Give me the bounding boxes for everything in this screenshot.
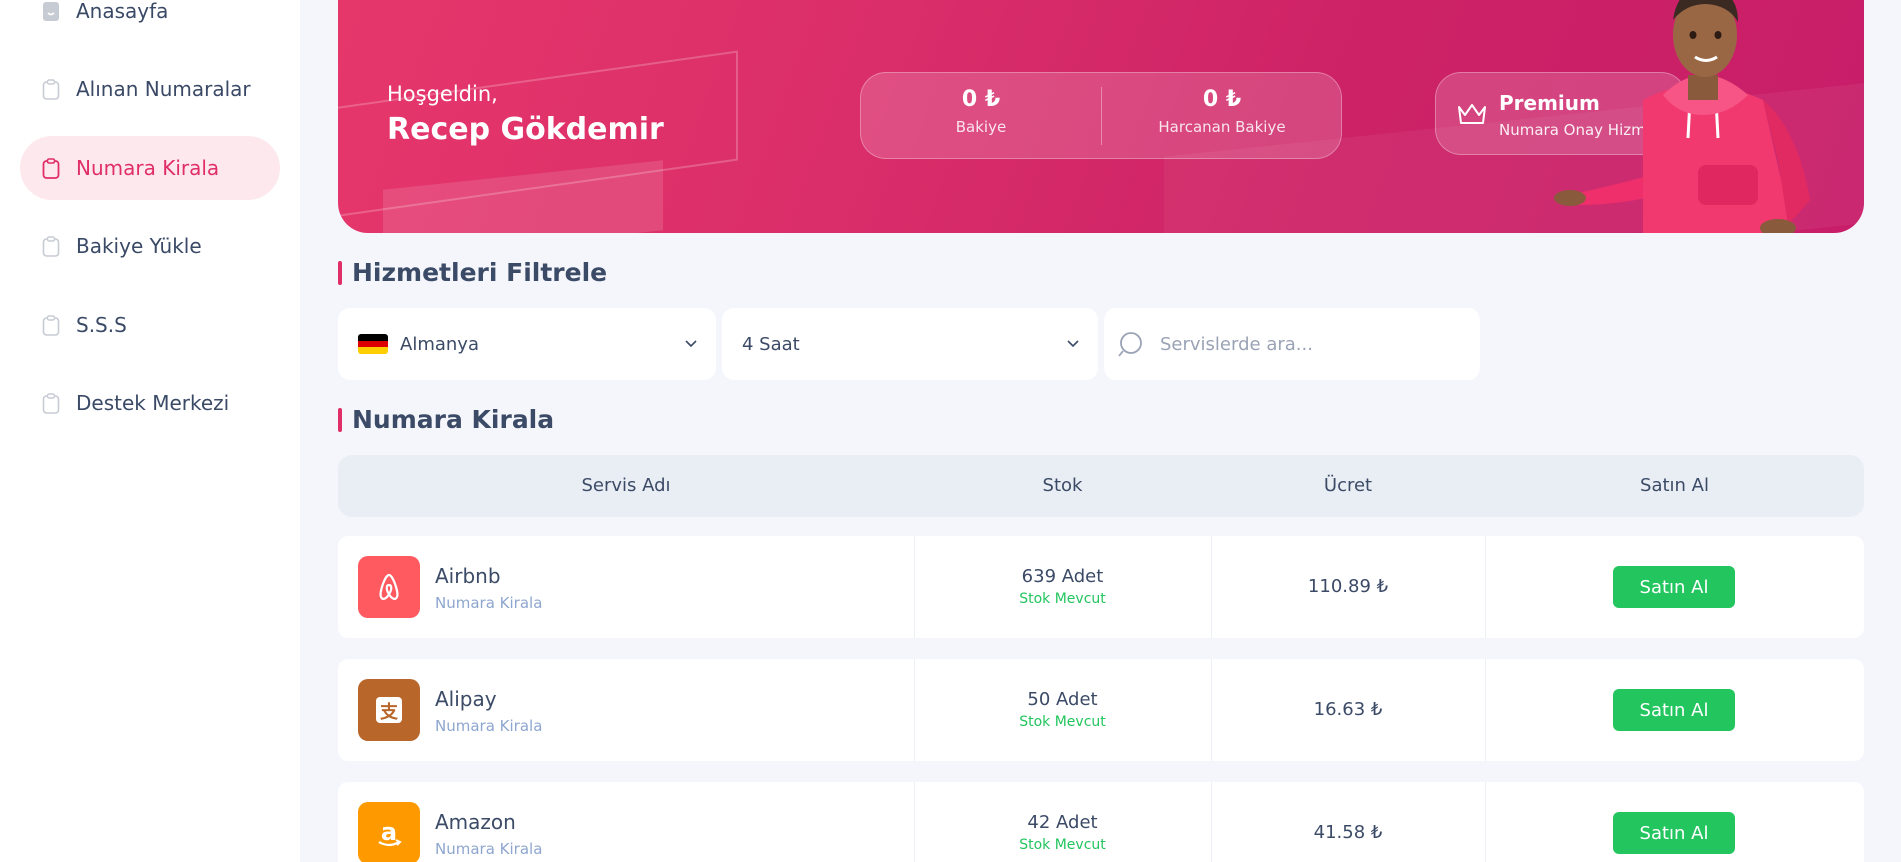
price-value: 16.63 ₺ — [1313, 699, 1383, 720]
spent-label: Harcanan Bakiye — [1158, 118, 1286, 136]
service-subtitle: Numara Kirala — [435, 594, 543, 612]
search-box[interactable] — [1104, 308, 1480, 380]
search-icon — [1118, 332, 1142, 357]
clipboard-icon — [42, 78, 60, 100]
chevron-down-icon — [1067, 340, 1079, 348]
balance-label: Bakiye — [955, 118, 1007, 136]
service-name: Airbnb — [435, 564, 501, 588]
stock-cell: 42 Adet Stok Mevcut — [914, 812, 1211, 853]
clipboard-icon — [42, 314, 60, 336]
stock-count: 42 Adet — [1027, 812, 1098, 833]
table-header: Servis Adı Stok Ücret Satın Al — [338, 455, 1864, 517]
table-row: a Amazon Numara Kirala 42 Adet Stok Mevc… — [338, 782, 1864, 862]
column-header-service: Servis Adı — [581, 475, 671, 496]
germany-flag-icon — [358, 334, 388, 354]
sidebar-item-label: Numara Kirala — [76, 156, 220, 180]
country-select[interactable]: Almanya — [338, 308, 716, 380]
mascot-illustration — [1554, 0, 1810, 233]
welcome-banner: Hoşgeldin, Recep Gökdemir 0 ₺ Bakiye 0 ₺… — [338, 0, 1864, 233]
sidebar-item-anasayfa[interactable]: Anasayfa — [20, 0, 280, 43]
sidebar: Anasayfa Alınan Numaralar Numara Kirala … — [0, 0, 300, 862]
duration-select[interactable]: 4 Saat — [722, 308, 1098, 380]
stock-count: 50 Adet — [1027, 689, 1098, 710]
stock-status: Stok Mevcut — [1019, 591, 1106, 607]
svg-text:支: 支 — [379, 701, 399, 723]
divider — [1485, 536, 1486, 638]
sidebar-item-label: Bakiye Yükle — [76, 234, 202, 258]
stock-count: 639 Adet — [1021, 566, 1104, 587]
table-row: 支 Alipay Numara Kirala 50 Adet Stok Mevc… — [338, 659, 1864, 761]
column-header-price: Ücret — [1323, 475, 1373, 496]
clipboard-icon — [42, 157, 60, 179]
alipay-icon: 支 — [358, 679, 420, 741]
price-value: 41.58 ₺ — [1313, 822, 1383, 843]
stock-status: Stok Mevcut — [1019, 837, 1106, 853]
greeting-text: Hoşgeldin, — [387, 82, 498, 106]
column-header-stock: Stok — [1042, 475, 1083, 496]
sidebar-item-label: Anasayfa — [76, 0, 169, 23]
balance-stat: 0 ₺ Bakiye — [861, 87, 1101, 136]
sidebar-item-label: S.S.S — [76, 313, 127, 337]
chevron-down-icon — [685, 340, 697, 348]
sidebar-item-bakiye-yukle[interactable]: Bakiye Yükle — [20, 214, 280, 278]
buy-button[interactable]: Satın Al — [1613, 566, 1735, 608]
buy-button[interactable]: Satın Al — [1613, 689, 1735, 731]
table-section-title: Numara Kirala — [338, 405, 554, 434]
airbnb-icon — [358, 556, 420, 618]
home-icon — [42, 1, 60, 22]
service-subtitle: Numara Kirala — [435, 717, 543, 735]
search-input[interactable] — [1160, 333, 1460, 355]
stock-cell: 50 Adet Stok Mevcut — [914, 689, 1211, 730]
balance-stats: 0 ₺ Bakiye 0 ₺ Harcanan Bakiye — [860, 72, 1342, 159]
sidebar-item-label: Destek Merkezi — [76, 391, 230, 415]
spent-stat: 0 ₺ Harcanan Bakiye — [1102, 87, 1342, 136]
clipboard-icon — [42, 392, 60, 414]
balance-value: 0 ₺ — [961, 87, 1001, 112]
sidebar-item-alinan-numaralar[interactable]: Alınan Numaralar — [20, 57, 280, 121]
sidebar-item-sss[interactable]: S.S.S — [20, 293, 280, 357]
clipboard-icon — [42, 235, 60, 257]
column-header-buy: Satın Al — [1640, 475, 1709, 496]
divider — [1485, 782, 1486, 862]
service-subtitle: Numara Kirala — [435, 840, 543, 858]
table-row: Airbnb Numara Kirala 639 Adet Stok Mevcu… — [338, 536, 1864, 638]
stock-status: Stok Mevcut — [1019, 714, 1106, 730]
buy-button[interactable]: Satın Al — [1613, 812, 1735, 854]
price-value: 110.89 ₺ — [1307, 576, 1389, 597]
country-value: Almanya — [400, 333, 479, 355]
crown-icon — [1458, 104, 1486, 124]
sidebar-item-label: Alınan Numaralar — [76, 77, 251, 101]
user-name: Recep Gökdemir — [387, 112, 664, 147]
sidebar-item-numara-kirala[interactable]: Numara Kirala — [20, 136, 280, 200]
spent-value: 0 ₺ — [1202, 87, 1242, 112]
stock-cell: 639 Adet Stok Mevcut — [914, 566, 1211, 607]
duration-value: 4 Saat — [742, 333, 800, 355]
svg-text:a: a — [381, 818, 397, 846]
amazon-icon: a — [358, 802, 420, 862]
service-name: Amazon — [435, 810, 516, 834]
filter-section-title: Hizmetleri Filtrele — [338, 258, 607, 287]
sidebar-item-destek-merkezi[interactable]: Destek Merkezi — [20, 371, 280, 435]
service-name: Alipay — [435, 687, 497, 711]
divider — [1485, 659, 1486, 761]
